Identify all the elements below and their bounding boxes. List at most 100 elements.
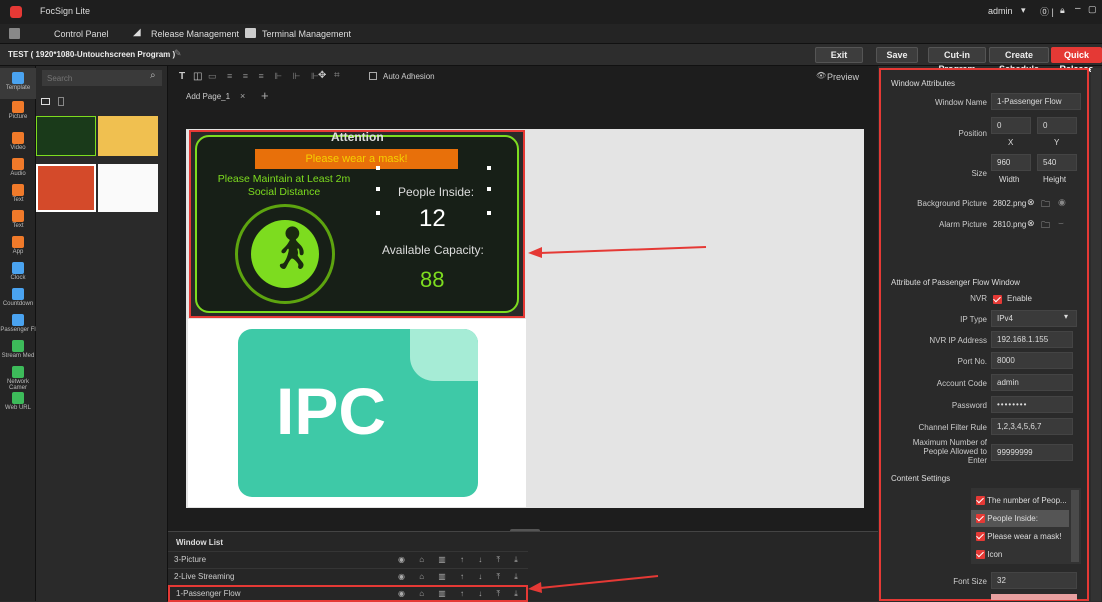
clear-icon[interactable]: ⊗ (1027, 197, 1035, 208)
preview-button[interactable]: Preview (827, 72, 859, 82)
scrollbar[interactable] (1071, 490, 1079, 562)
align-tools-icon[interactable]: ▭ ≡ ≡ ≡ ⊩ ⊩ ⊩ (208, 71, 323, 82)
auto-adhesion-checkbox[interactable] (369, 72, 377, 80)
nvr-row: NVR (970, 294, 987, 303)
window-list-title: Window List (176, 538, 224, 547)
lock-icon[interactable]: 🔒︎ (1060, 5, 1065, 16)
countdown-icon (12, 288, 24, 300)
selection-handle[interactable] (376, 187, 380, 191)
max-people-input[interactable]: 99999999 (991, 444, 1073, 461)
distance-text: Please Maintain at Least 2m Social Dista… (217, 173, 351, 198)
position-y-stepper[interactable]: 0 (1037, 117, 1077, 134)
minimize-icon[interactable]: – (1075, 3, 1081, 14)
window-list-item-selected[interactable]: 1-Passenger Flow ◉ ⌂ ▥ ↑ ↓ ⤒ ⤓ (168, 585, 528, 602)
passenger-flow-window[interactable]: Attention Please wear a mask! Please Mai… (189, 130, 525, 318)
picture-window[interactable]: IPC (188, 319, 526, 507)
panel-scrollbar[interactable] (1091, 68, 1101, 601)
font-size-stepper[interactable]: 32 (991, 572, 1077, 589)
eye-icon[interactable]: ◉ (1058, 197, 1066, 208)
row-actions-icon[interactable]: ◉ ⌂ ▥ ↑ ↓ ⤒ ⤓ (398, 552, 524, 568)
color-swatch[interactable] (991, 594, 1077, 600)
landscape-icon[interactable] (41, 98, 50, 105)
clear-icon[interactable]: ⊗ (1027, 218, 1035, 229)
content-item[interactable]: Please wear a mask! (971, 528, 1069, 545)
mask-text: Please wear a mask! (305, 153, 408, 165)
main-tab-bar: Control Panel ◢ Release Management Termi… (0, 24, 1102, 44)
position-x-stepper[interactable]: 0 (991, 117, 1031, 134)
eye-closed-icon[interactable]: ⌣ (1058, 218, 1064, 229)
nvr-ip-input[interactable]: 192.168.1.155 (991, 331, 1073, 348)
close-page-icon[interactable]: × (240, 91, 245, 101)
window-list-item[interactable]: 3-Picture ◉ ⌂ ▥ ↑ ↓ ⤒ ⤓ (168, 551, 528, 568)
window-name-row: Window Name (934, 98, 987, 107)
tab-terminal-management[interactable]: Terminal Management (262, 29, 351, 39)
template-thumbnail-selected[interactable] (36, 164, 96, 212)
content-settings-label: Content Settings (891, 474, 951, 483)
nav-picture[interactable]: Picture (0, 97, 36, 128)
port-input[interactable]: 8000 (991, 352, 1073, 369)
alarm-picture-value[interactable]: 2810.png (993, 220, 1026, 229)
selection-handle[interactable] (376, 166, 380, 170)
user-menu[interactable]: admin (988, 6, 1013, 16)
content-item-checkbox[interactable] (976, 496, 985, 506)
title-bar: FocSign Lite admin ▾ ⓪ | 🔒︎ – ▢ (0, 0, 1102, 24)
template-thumbnail[interactable] (36, 116, 96, 156)
edit-icon[interactable]: ✎ (174, 48, 182, 59)
portrait-icon[interactable] (58, 97, 64, 106)
content-item-checkbox[interactable] (976, 514, 985, 524)
center-icon[interactable]: ✥ (318, 70, 326, 81)
search-input[interactable] (42, 70, 162, 86)
content-item[interactable]: Icon (971, 546, 1069, 563)
help-icon[interactable]: ⓪ | (1040, 5, 1054, 18)
app-logo-icon (10, 6, 22, 18)
menu-icon[interactable] (9, 28, 20, 39)
height-stepper[interactable]: 540 (1037, 154, 1077, 171)
row-actions-icon[interactable]: ◉ ⌂ ▥ ↑ ↓ ⤒ ⤓ (398, 569, 524, 585)
selection-handle[interactable] (487, 187, 491, 191)
grid-icon[interactable]: ⌗ (334, 70, 340, 81)
cut-in-program-button[interactable]: Cut-in Program (928, 47, 986, 74)
exit-button[interactable]: Exit (815, 47, 863, 63)
content-item-checkbox[interactable] (976, 550, 985, 560)
channel-filter-input[interactable]: 1,2,3,4,5,6,7 (991, 418, 1073, 435)
chevron-down-icon[interactable]: ▾ (1064, 312, 1068, 321)
account-input[interactable]: admin (991, 374, 1073, 391)
row-actions-icon[interactable]: ◉ ⌂ ▥ ↑ ↓ ⤒ ⤓ (398, 587, 524, 600)
selection-handle[interactable] (487, 166, 491, 170)
account-row: Account Code (936, 379, 987, 388)
channel-row: Channel Filter Rule (918, 423, 987, 432)
maximize-icon[interactable]: ▢ (1088, 4, 1097, 15)
quick-release-button[interactable]: Quick Release (1051, 47, 1102, 74)
text-tool-icon[interactable]: T (179, 71, 185, 82)
width-stepper[interactable]: 960 (991, 154, 1031, 171)
picture-icon (12, 101, 24, 113)
content-item-selected[interactable]: People Inside: (971, 510, 1069, 527)
create-schedule-button[interactable]: Create Schedule (989, 47, 1049, 74)
window-list-item[interactable]: 2-Live Streaming ◉ ⌂ ▥ ↑ ↓ ⤒ ⤓ (168, 568, 528, 585)
nvr-enable-checkbox[interactable] (993, 294, 1002, 304)
password-input[interactable]: •••••••• (991, 396, 1073, 413)
tab-release-management[interactable]: Release Management (151, 29, 239, 39)
content-item-checkbox[interactable] (976, 532, 985, 542)
tab-control-panel[interactable]: Control Panel (54, 29, 109, 39)
folder-icon[interactable]: 🗀︎ (1041, 218, 1050, 234)
page-tool-icon[interactable]: ◫ (193, 71, 202, 82)
nav-web-url[interactable]: Web URL (0, 388, 36, 419)
section-passenger-flow: Attribute of Passenger Flow Window (891, 278, 1020, 287)
add-page-icon[interactable]: + (261, 88, 269, 103)
max-people-row: Maximum Number of People Allowed to Ente… (912, 438, 987, 465)
save-button[interactable]: Save (876, 47, 918, 63)
template-thumbnail[interactable] (98, 164, 158, 212)
nav-template[interactable]: Template (0, 68, 36, 99)
capacity-value: 88 (420, 267, 445, 292)
selection-handle[interactable] (487, 211, 491, 215)
window-name-input[interactable]: 1-Passenger Flow (991, 93, 1081, 110)
selection-handle[interactable] (376, 211, 380, 215)
chevron-down-icon[interactable]: ▾ (1021, 5, 1026, 16)
search-icon[interactable]: ⌕ (150, 70, 156, 81)
template-thumbnail[interactable] (98, 116, 158, 156)
tab-add-page-1[interactable]: Add Page_1 (186, 92, 230, 101)
folder-icon[interactable]: 🗀︎ (1041, 197, 1050, 213)
content-item[interactable]: The number of Peop... (971, 492, 1069, 509)
background-picture-value[interactable]: 2802.png (993, 199, 1026, 208)
